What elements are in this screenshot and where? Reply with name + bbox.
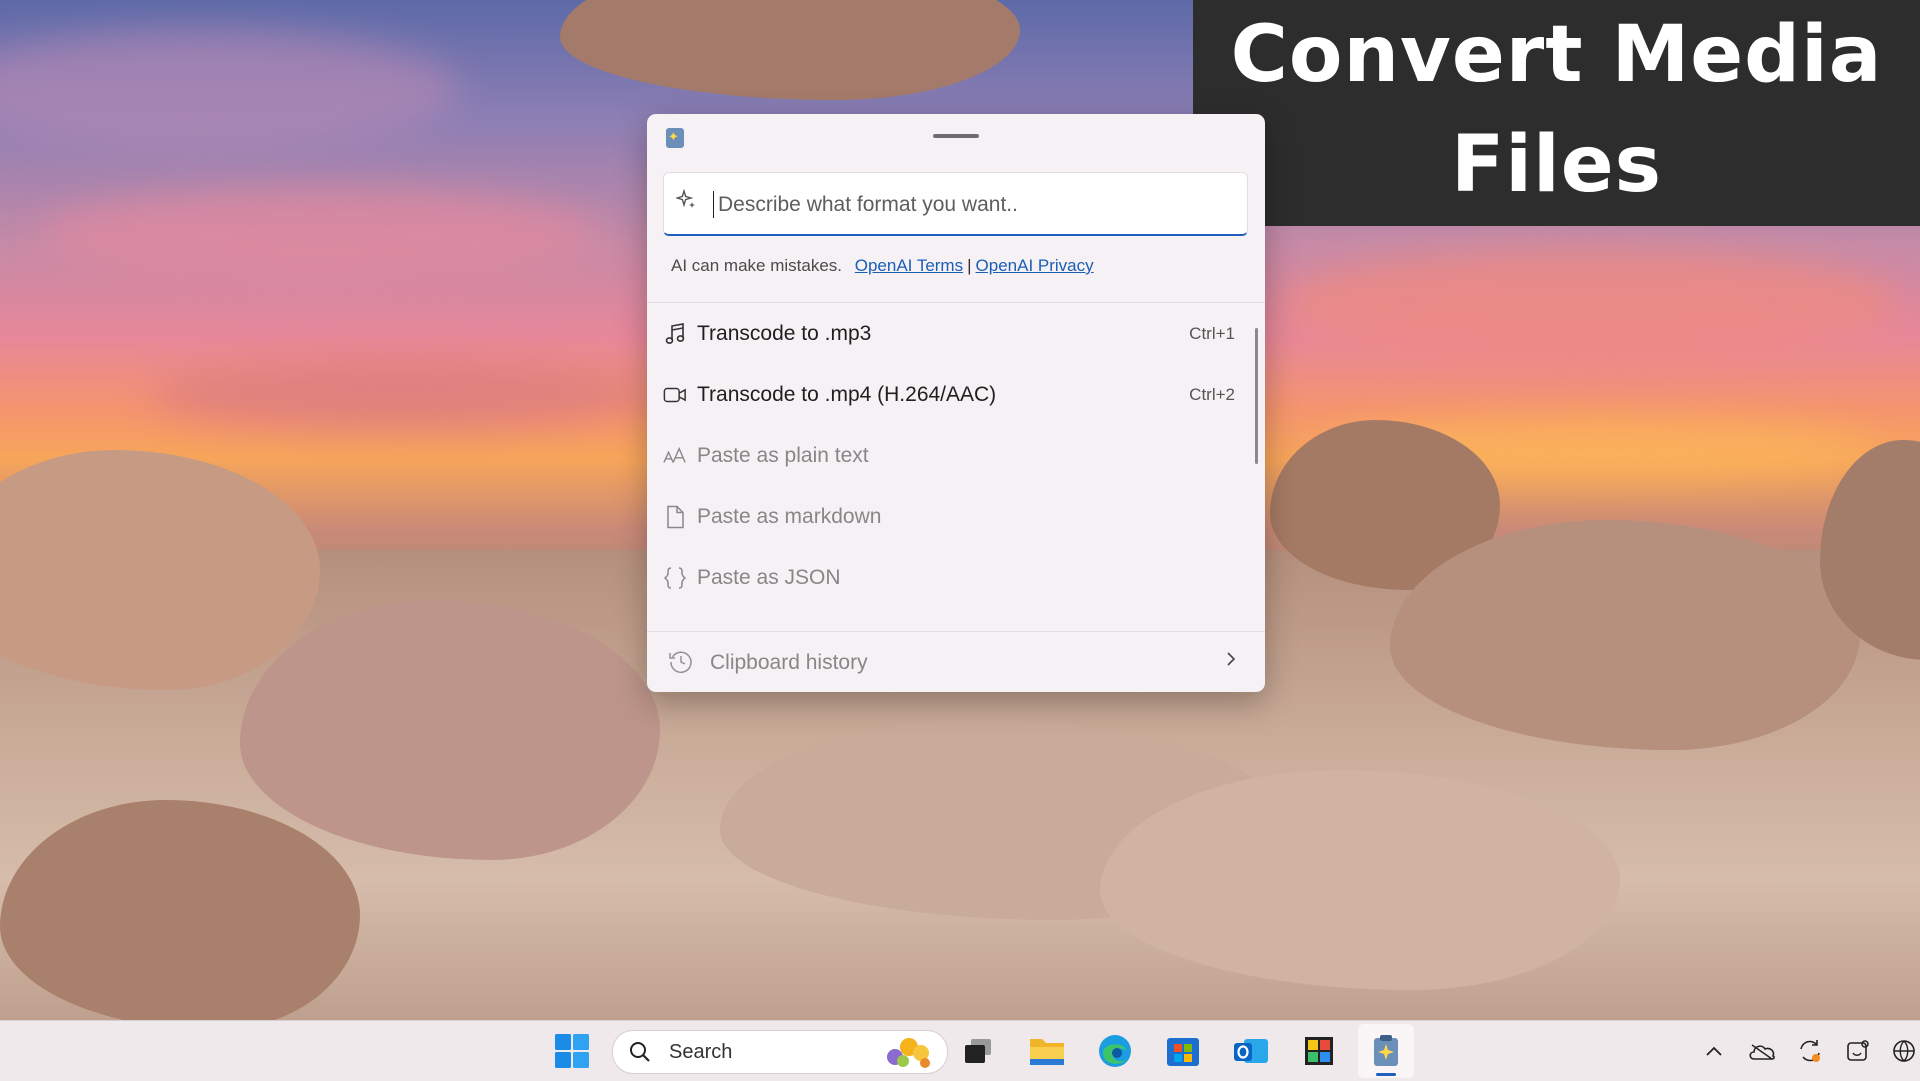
notification-icon[interactable] xyxy=(1838,1031,1878,1071)
shortcut-label: Ctrl+2 xyxy=(1189,384,1235,404)
action-label: Paste as plain text xyxy=(697,443,869,467)
title-bar[interactable] xyxy=(647,114,1265,170)
text-font-icon xyxy=(663,444,687,468)
edge-icon[interactable] xyxy=(1095,1031,1135,1071)
text-caret xyxy=(713,191,714,218)
taskbar: Search xyxy=(0,1020,1920,1081)
prompt-input[interactable] xyxy=(716,185,1220,225)
sync-icon[interactable] xyxy=(1790,1031,1830,1071)
shortcut-label: Ctrl+1 xyxy=(1189,323,1235,343)
windows-start-icon[interactable] xyxy=(552,1031,592,1071)
action-transcode-mp3[interactable]: Transcode to .mp3 Ctrl+1 xyxy=(647,303,1265,364)
prompt-box[interactable] xyxy=(663,172,1248,236)
action-paste-markdown[interactable]: Paste as markdown xyxy=(647,486,1265,547)
history-clock-icon xyxy=(668,649,694,675)
chevron-up-icon[interactable] xyxy=(1694,1031,1734,1071)
disclaimer-text: AI can make mistakes. xyxy=(671,256,843,275)
scrollbar-thumb[interactable] xyxy=(1255,328,1258,464)
banner-title-line2: Files xyxy=(1450,120,1663,210)
advanced-paste-app-icon xyxy=(666,128,684,148)
advanced-paste-icon[interactable] xyxy=(1366,1031,1406,1071)
outlook-icon[interactable] xyxy=(1231,1031,1271,1071)
action-label: Transcode to .mp4 (H.264/AAC) xyxy=(697,382,997,406)
clipboard-history-row[interactable]: Clipboard history xyxy=(647,632,1265,692)
color-picker-icon[interactable] xyxy=(1299,1031,1339,1071)
onedrive-icon[interactable] xyxy=(1742,1031,1782,1071)
action-transcode-mp4[interactable]: Transcode to .mp4 (H.264/AAC) Ctrl+2 xyxy=(647,364,1265,425)
title-banner: Convert Media Files xyxy=(1193,0,1920,226)
ai-disclaimer: AI can make mistakes. OpenAI Terms | OpenA… xyxy=(671,256,1094,276)
ai-sparkle-icon xyxy=(674,188,698,217)
chevron-right-icon xyxy=(1225,650,1237,674)
search-highlight-icon xyxy=(879,1035,935,1076)
clipboard-history-label: Clipboard history xyxy=(710,651,868,674)
link-separator: | xyxy=(967,256,972,275)
openai-terms-link[interactable]: OpenAI Terms xyxy=(855,256,963,275)
action-label: Transcode to .mp3 xyxy=(697,321,872,345)
drag-handle[interactable] xyxy=(933,134,979,138)
language-icon[interactable] xyxy=(1884,1031,1920,1071)
task-view-icon[interactable] xyxy=(958,1031,998,1071)
banner-title-line1: Convert Media xyxy=(1230,10,1883,100)
advanced-paste-window: AI can make mistakes. OpenAI Terms|OpenA… xyxy=(647,114,1265,692)
document-icon xyxy=(663,505,687,529)
action-paste-plain-text[interactable]: Paste as plain text xyxy=(647,425,1265,486)
action-paste-json[interactable]: Paste as JSON xyxy=(647,547,1265,608)
search-label: Search xyxy=(669,1041,733,1063)
paste-actions-list: Transcode to .mp3 Ctrl+1 Transcode to .m… xyxy=(647,303,1265,608)
store-icon[interactable] xyxy=(1163,1031,1203,1071)
file-explorer-icon[interactable] xyxy=(1027,1031,1067,1071)
action-label: Paste as markdown xyxy=(697,504,882,528)
openai-privacy-link[interactable]: OpenAI Privacy xyxy=(976,256,1094,275)
search-icon xyxy=(629,1041,651,1068)
action-label: Paste as JSON xyxy=(697,565,841,589)
video-camera-icon xyxy=(663,383,687,407)
music-note-icon xyxy=(663,322,687,346)
taskbar-search[interactable]: Search xyxy=(612,1030,948,1074)
active-app-indicator xyxy=(1376,1073,1396,1076)
braces-icon xyxy=(663,566,687,590)
